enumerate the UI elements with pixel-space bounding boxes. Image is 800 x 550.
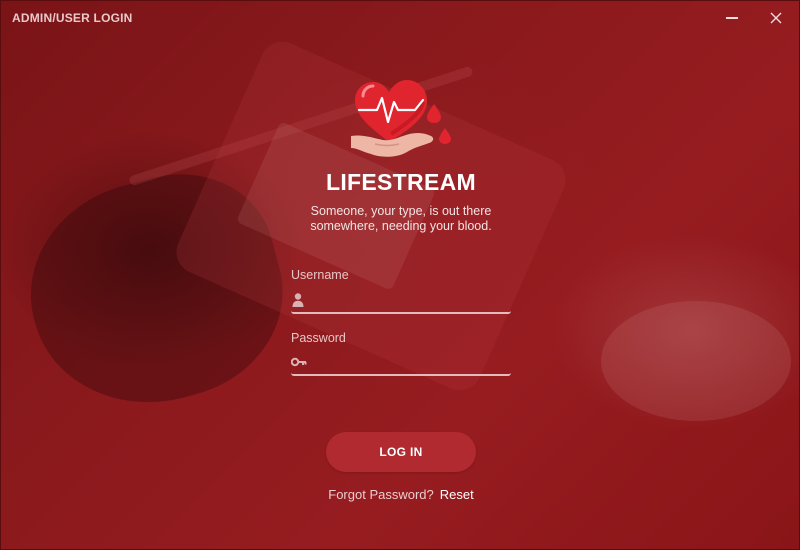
login-window: ADMIN/USER LOGIN LIFESTREAM Someone, you… (0, 0, 800, 550)
close-button[interactable] (761, 5, 791, 31)
app-name: LIFESTREAM (326, 169, 476, 195)
tagline-line-1: Someone, your type, is out there (310, 204, 492, 218)
forgot-password-row: Forgot Password? Reset (1, 487, 799, 502)
window-title: ADMIN/USER LOGIN (12, 11, 133, 25)
close-icon (770, 12, 782, 24)
password-label: Password (291, 331, 346, 345)
username-input[interactable] (311, 292, 511, 312)
reset-link[interactable]: Reset (440, 487, 474, 502)
forgot-password-text: Forgot Password? (328, 487, 434, 502)
password-field[interactable] (291, 352, 511, 376)
tagline-line-2: somewhere, needing your blood. (310, 219, 492, 233)
login-button[interactable]: LOG IN (326, 432, 476, 472)
username-label: Username (291, 268, 349, 282)
minimize-button[interactable] (717, 5, 747, 31)
tagline: Someone, your type, is out there somewhe… (1, 204, 799, 234)
heart-hand-blood-drop-icon (351, 80, 451, 157)
password-input[interactable] (311, 354, 511, 374)
background-blur-shape (601, 301, 791, 421)
minimize-icon (726, 17, 738, 19)
user-icon (292, 293, 304, 307)
username-field[interactable] (291, 290, 511, 314)
key-icon (291, 357, 307, 367)
